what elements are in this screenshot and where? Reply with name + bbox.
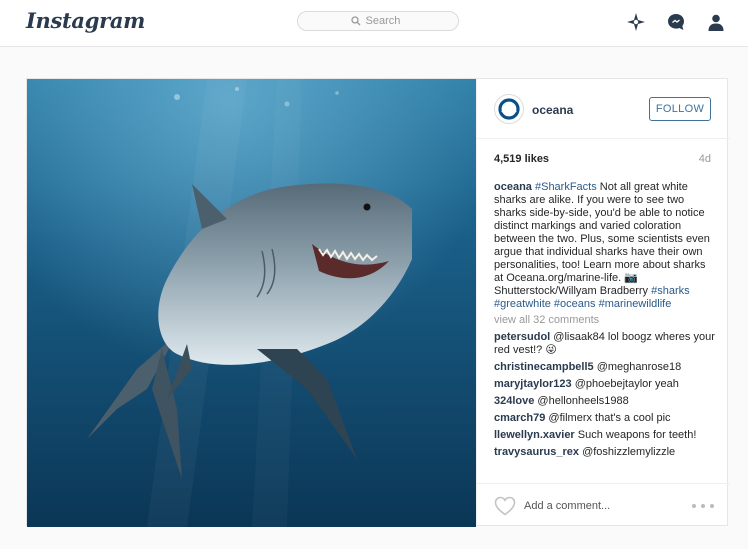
comment-username[interactable]: travysaurus_rex [494,446,579,458]
post-photo[interactable] [27,79,476,527]
comment-text: @meghanrose18 [593,361,682,373]
comment-list: oceana #SharkFacts Not all great white s… [494,181,716,463]
explore-icon[interactable] [626,12,646,32]
post-header: oceana FOLLOW [477,79,730,139]
like-count[interactable]: 4,519 likes [494,153,549,165]
add-comment-input[interactable] [524,498,674,514]
profile-icon[interactable] [706,12,726,32]
add-comment-bar [477,483,730,527]
search-icon [350,16,360,26]
comment-text: @filmerx that's a cool pic [545,412,671,424]
comment-username[interactable]: cmarch79 [494,412,545,424]
comment-item: llewellyn.xavier Such weapons for teeth! [494,429,716,442]
more-options-icon[interactable] [692,499,714,513]
search-box[interactable] [297,11,459,31]
post-caption: oceana #SharkFacts Not all great white s… [494,181,716,311]
follow-button[interactable]: FOLLOW [649,97,711,121]
post-age[interactable]: 4d [699,153,711,165]
heart-icon[interactable] [494,496,516,516]
caption-hashtag[interactable]: #SharkFacts [535,181,597,193]
comment-username[interactable]: petersudol [494,331,550,343]
oceana-logo-icon [498,98,520,120]
comment-text: @foshizzlemylizzle [579,446,676,458]
comment-username[interactable]: christinecampbell5 [494,361,594,373]
comment-text: Such weapons for teeth! [574,429,697,441]
caption-text: Not all great white sharks are alike. If… [494,181,710,297]
avatar[interactable] [494,94,524,124]
comment-item: petersudol @lisaak84 lol boogz wheres yo… [494,331,716,357]
post-sidebar: oceana FOLLOW 4,519 likes 4d oceana #Sha… [476,79,730,527]
comment-text: @phoebejtaylor yeah [571,378,679,390]
dot [692,504,696,508]
comment-item: christinecampbell5 @meghanrose18 [494,361,716,374]
search-input[interactable] [365,15,406,27]
comment-username[interactable]: llewellyn.xavier [494,429,575,441]
view-all-comments-link[interactable]: view all 32 comments [494,314,716,327]
comment-username[interactable]: maryjtaylor123 [494,378,572,390]
comment-text: @hellonheels1988 [534,395,629,407]
post-author-username[interactable]: oceana [532,103,573,117]
comment-item: 324love @hellonheels1988 [494,395,716,408]
caption-username[interactable]: oceana [494,181,532,193]
comment-item: travysaurus_rex @foshizzlemylizzle [494,446,716,459]
comment-username[interactable]: 324love [494,395,534,407]
dot [710,504,714,508]
dot [701,504,705,508]
comment-item: cmarch79 @filmerx that's a cool pic [494,412,716,425]
post-card: oceana FOLLOW 4,519 likes 4d oceana #Sha… [26,78,730,527]
activity-icon[interactable] [666,12,686,32]
top-navigation-bar: Instagram [0,0,748,47]
shark-image [27,79,476,527]
instagram-logo[interactable]: Instagram [26,8,145,33]
comment-item: maryjtaylor123 @phoebejtaylor yeah [494,378,716,391]
